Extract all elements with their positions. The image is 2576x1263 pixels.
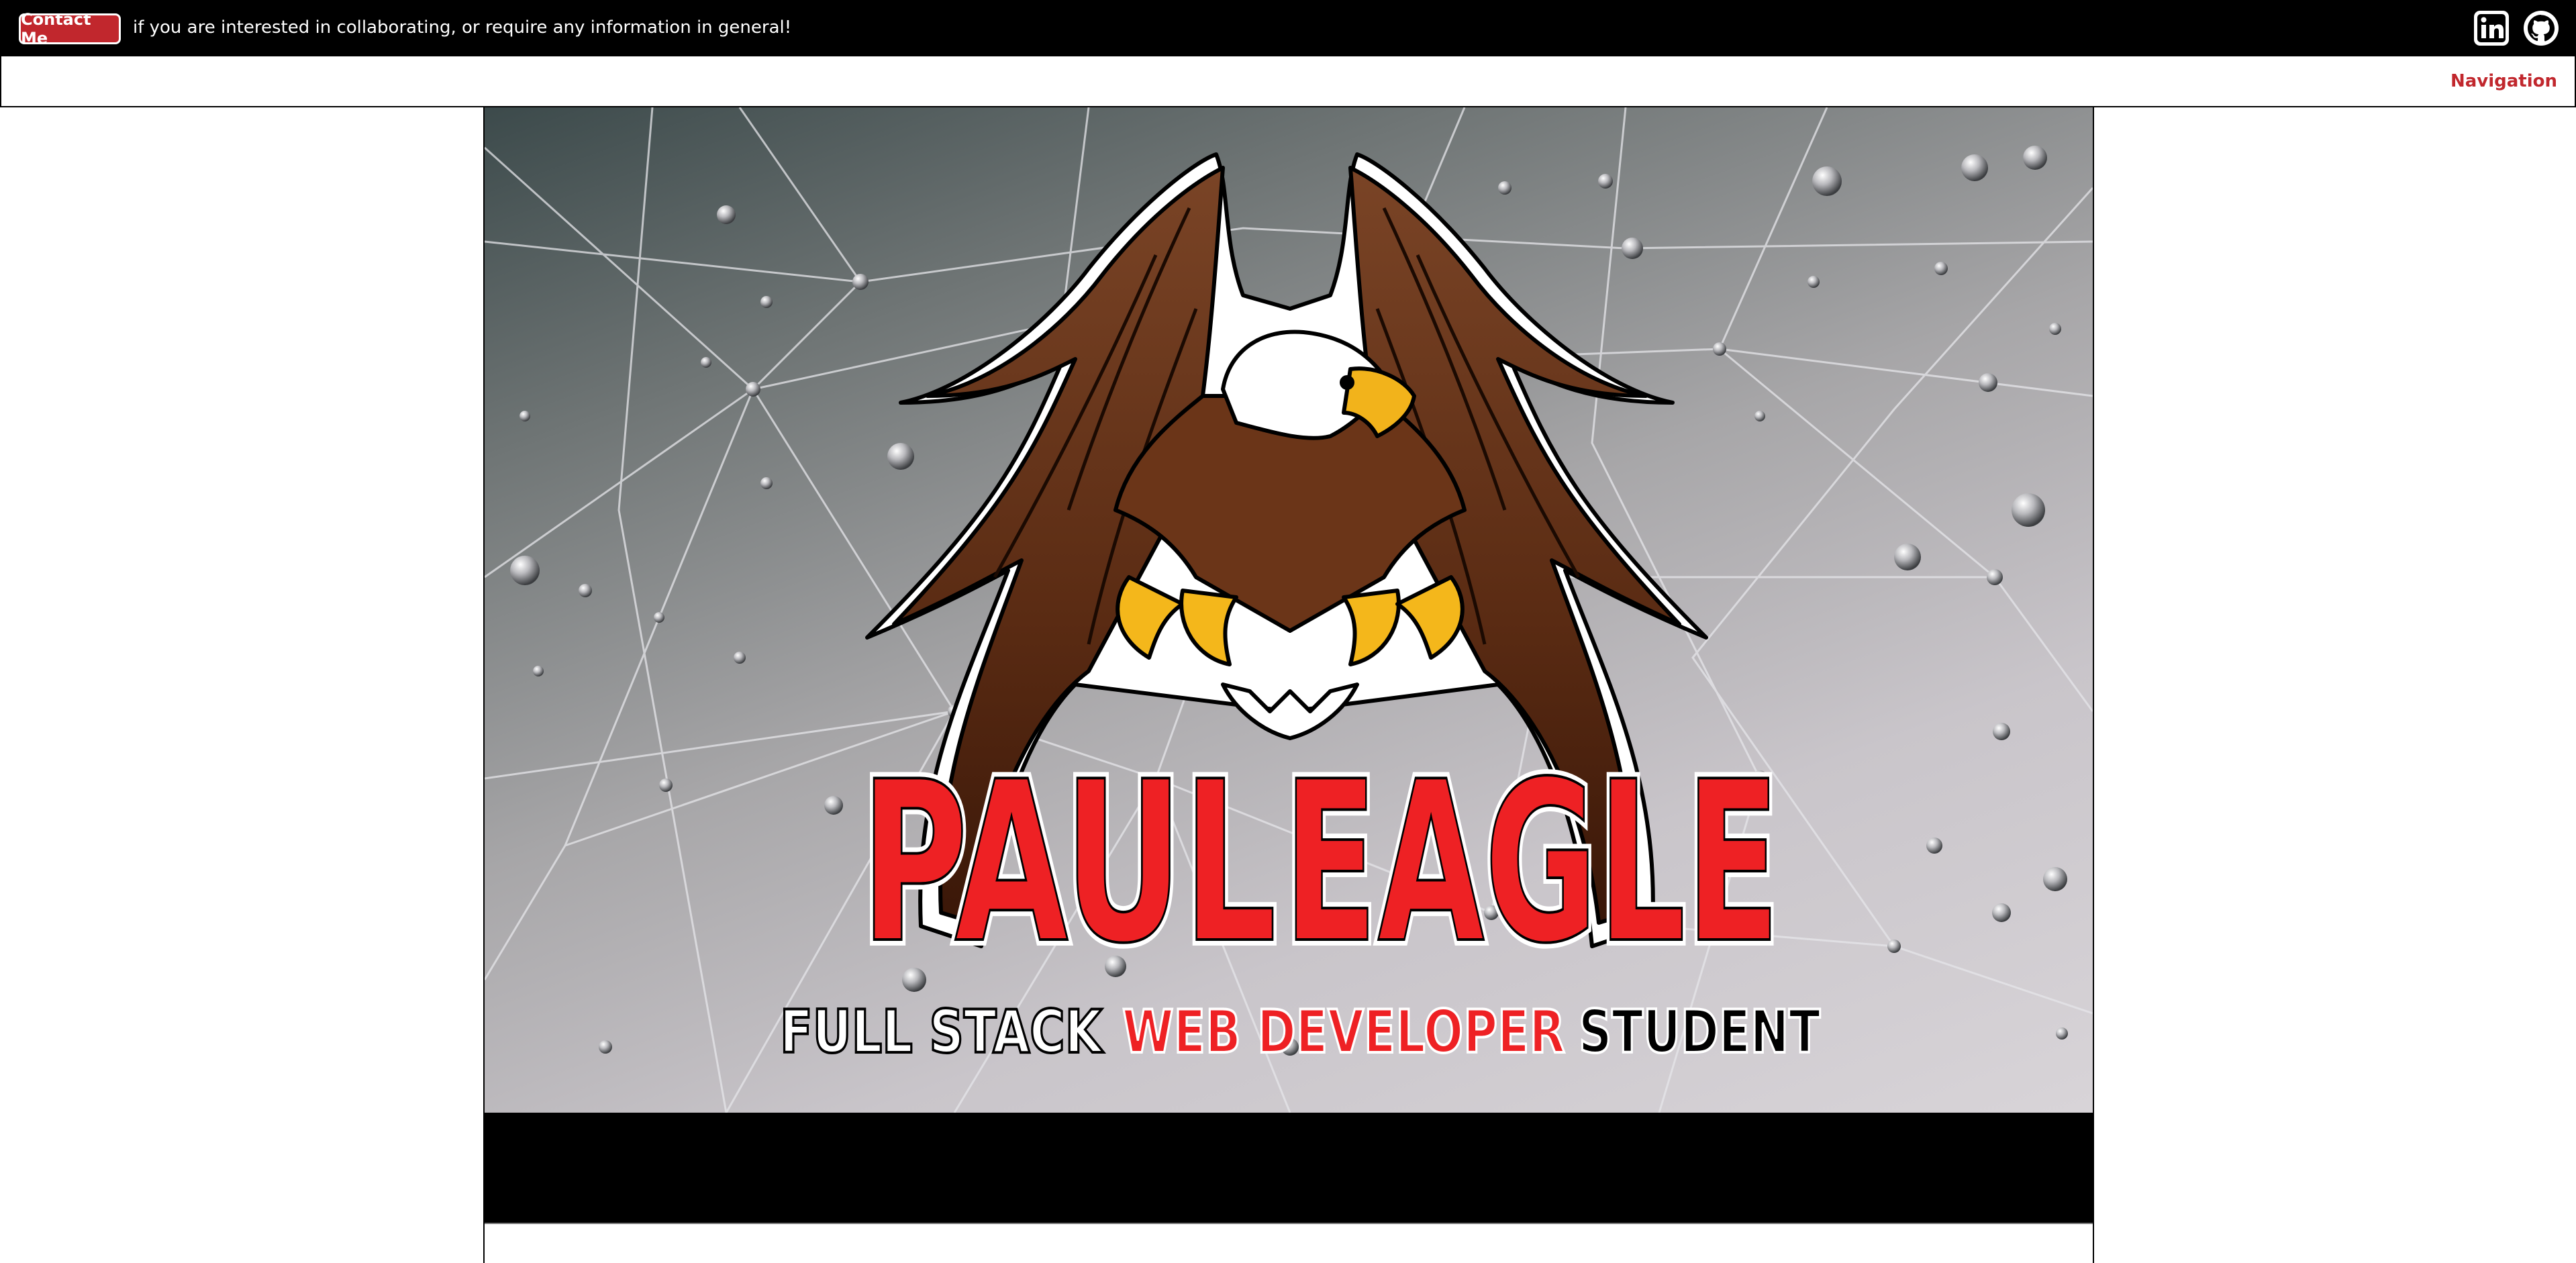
hero-name-last-outline: EAGLE: [1283, 734, 1780, 992]
contact-message: if you are interested in collaborating, …: [133, 17, 792, 38]
navigation-bar: Navigation: [0, 55, 2576, 107]
github-icon[interactable]: [2521, 8, 2561, 48]
linkedin-icon[interactable]: [2471, 8, 2512, 48]
hero-banner: PAUL EAGLE PAUL EAGLE FULL STACK WEB DEV…: [485, 107, 2093, 1113]
hero-tagline: FULL STACK WEB DEVELOPER STUDENT: [779, 996, 1822, 1068]
tagline-student: STUDENT: [1579, 997, 1820, 1066]
tagline-full-stack: FULL STACK: [780, 997, 1103, 1066]
navigation-menu-link[interactable]: Navigation: [2450, 56, 2557, 106]
tagline-web-developer: WEB DEVELOPER: [1122, 997, 1565, 1066]
hero-bottom-band: [485, 1113, 2093, 1223]
top-bar: Contact Me if you are interested in coll…: [0, 0, 2576, 55]
main-content: PAUL EAGLE PAUL EAGLE FULL STACK WEB DEV…: [483, 107, 2094, 1263]
hero-illustration: PAUL EAGLE PAUL EAGLE FULL STACK WEB DEV…: [485, 107, 2093, 1113]
section-divider: [485, 1223, 2093, 1224]
hero-title: PAUL EAGLE PAUL EAGLE: [854, 728, 1786, 998]
hero-name-first-outline: PAUL: [860, 734, 1277, 992]
contact-me-button[interactable]: Contact Me: [19, 10, 121, 48]
